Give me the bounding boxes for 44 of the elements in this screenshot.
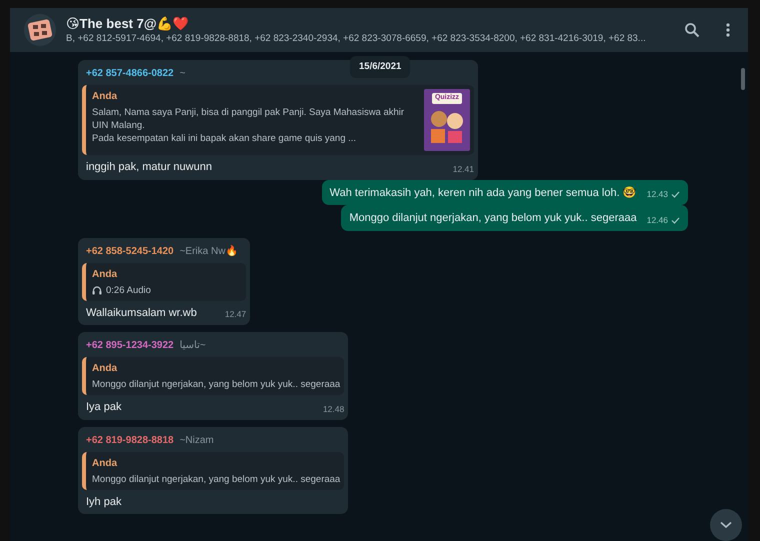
check-icon (671, 191, 680, 198)
sender-number[interactable]: +62 895-1234-3922 (86, 340, 174, 351)
message-text: Iya pak (85, 400, 122, 415)
sender-number[interactable]: +62 857-4866-0822 (86, 68, 174, 79)
quoted-message[interactable]: Anda Monggo dilanjut ngerjakan, yang belom yuk yuk.. segeraaa (82, 357, 344, 395)
search-icon (684, 22, 700, 38)
message-text: Iyh pak (85, 494, 122, 510)
message-text: Wah terimakasih yah, keren nih ada yang bener semua loh. 🤓 (330, 186, 637, 200)
message-text: inggih pak, matur nuwunn (85, 160, 213, 175)
quote-author: Anda (92, 362, 118, 376)
chevron-down-icon (720, 521, 732, 529)
date-badge: 15/6/2021 (350, 56, 410, 78)
scrollbar-thumb[interactable] (741, 68, 745, 90)
quote-author: Anda (92, 456, 118, 470)
quote-text: Pada kesempatan kali ini bapak akan share game quis yang ... (92, 132, 358, 145)
sender-name: ~Nizam (180, 434, 214, 446)
message-time: 12.48 (322, 402, 344, 416)
sender-name: ~Erika Nw🔥 (180, 246, 238, 256)
quote-text: Monggo dilanjut ngerjakan, yang belom yuk yuk.. segeraaa (92, 378, 340, 391)
quote-text: Salam, Nama saya Panji, bisa di panggil pak Panji. Saya Mahasiswa akhir UIN Malang. (92, 106, 406, 132)
quote-text: Monggo dilanjut ngerjakan, yang belom yuk yuk.. segeraaa (92, 472, 340, 486)
message-time: 12.41 (452, 162, 474, 176)
group-title[interactable]: 😘The best 7@💪❤ (66, 16, 670, 32)
grid-logo-icon (27, 17, 53, 43)
quote-author: Anda (92, 90, 118, 104)
menu-icon (726, 22, 730, 37)
group-avatar[interactable] (24, 14, 56, 46)
message-time: 12.43 (646, 188, 668, 201)
message-time: 12.47 (224, 308, 246, 321)
scroll-down-button[interactable] (710, 509, 742, 541)
message-time: 12.46 (646, 214, 668, 226)
sender-name: ~تاسيا (180, 340, 206, 351)
quoted-message[interactable]: Anda Monggo dilanjut ngerjakan, yang belom yuk yuk.. segeraaa (82, 452, 344, 490)
message-text: Monggo dilanjut ngerjakan, yang belom yuk yuk.. segeraaa (349, 211, 637, 226)
check-icon (671, 216, 680, 224)
sender-number[interactable]: +62 858-5245-1420 (86, 246, 174, 256)
message-text: Wallaikumsalam wr.wb (85, 306, 198, 320)
sender-name: ~ (180, 68, 186, 79)
sender-number[interactable]: +62 819-9828-8818 (86, 434, 174, 446)
participant-list: B, +62 812-5917-4694, +62 819-9828-8818, +62 823-2340-2934, +62 823-3078-6659, +62 823-3534-8200, +62 831-4216-3019, +62 83... (66, 32, 670, 44)
headphones-icon (92, 285, 102, 295)
quoted-message[interactable]: Anda 0:26 Audio (82, 262, 246, 300)
quote-text: 0:26 Audio (106, 284, 151, 296)
quote-author: Anda (92, 268, 118, 282)
